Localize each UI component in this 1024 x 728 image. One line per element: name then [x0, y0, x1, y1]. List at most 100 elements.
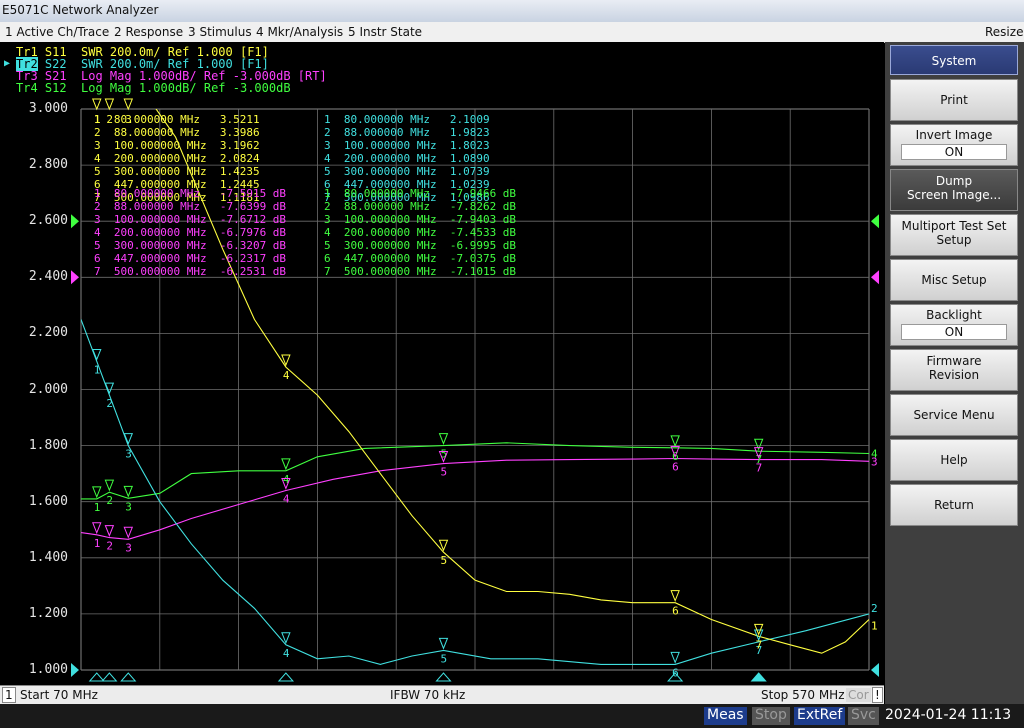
menu-bar: 1 Active Ch/Trace 2 Response 3 Stimulus …	[0, 22, 1024, 43]
ifbw-value[interactable]: IFBW 70 kHz	[390, 688, 465, 702]
menu-active-ch-trace[interactable]: 1 Active Ch/Trace	[5, 25, 109, 39]
dump-label-line2: Screen Image...	[906, 188, 1002, 202]
measurement-window: Tr1 S11 SWR 200.0m/ Ref 1.000 [F1] ▶ Tr2 S…	[0, 42, 884, 685]
channel-number[interactable]: 1	[2, 687, 16, 703]
marker-triangle-icon[interactable]	[670, 651, 680, 664]
reference-level-right-arrow-icon[interactable]	[871, 270, 879, 285]
marker-table-tr3: 1 80.000000 MHz -7.5915 dB 2 88.000000 MH…	[94, 187, 286, 278]
softkey-panel: System Print Invert Image ON Dump Screen…	[885, 42, 1024, 704]
marker-number-label: 5	[440, 652, 447, 665]
marker-number-label: 6	[672, 605, 679, 618]
marker-table-row: 3 100.000000 MHz -7.9403 dB	[324, 213, 517, 226]
marker-table-row: 6 447.000000 MHz -7.0375 dB	[324, 252, 517, 265]
dump-label-line1: Dump	[935, 174, 973, 188]
window-title: E5071C Network Analyzer	[2, 3, 159, 17]
backlight-button[interactable]: Backlight ON	[890, 304, 1018, 346]
dump-screen-image-button[interactable]: Dump Screen Image...	[890, 169, 1018, 211]
firmware-label-line1: Firmware	[926, 354, 982, 368]
marker-table-row: 2 88.000000 MHz -7.6399 dB	[94, 200, 287, 213]
menu-response[interactable]: 2 Response	[114, 25, 183, 39]
trace-end-label: 2	[871, 602, 878, 615]
stimulus-marker-icon[interactable]	[435, 672, 452, 682]
marker-table-row: 3 100.000000 MHz 3.1962	[94, 139, 260, 152]
return-button[interactable]: Return	[890, 484, 1018, 526]
marker-table-row: 3 100.000000 MHz 1.8023	[324, 139, 490, 152]
marker-table-row: 4 200.000000 MHz 2.0824	[94, 152, 260, 165]
menu-instr-state[interactable]: 5 Instr State	[348, 25, 422, 39]
marker-number-label: 2	[106, 540, 113, 553]
marker-table-row: 4 200.000000 MHz 1.0890	[324, 152, 490, 165]
marker-table-row: 7 500.000000 MHz -7.1015 dB	[324, 265, 517, 278]
firmware-revision-button[interactable]: Firmware Revision	[890, 349, 1018, 391]
marker-number-label: 6	[672, 461, 679, 474]
marker-triangle-icon[interactable]	[92, 486, 102, 499]
service-menu-button[interactable]: Service Menu	[890, 394, 1018, 436]
marker-table-row: 5 300.000000 MHz 1.0739	[324, 165, 490, 178]
marker-triangle-icon[interactable]	[123, 526, 134, 539]
trace-end-label: 3	[871, 455, 878, 468]
multiport-label-line1: Multiport Test Set	[901, 219, 1007, 233]
marker-triangle-icon[interactable]	[123, 485, 134, 498]
marker-table-row: 2 88.000000 MHz 3.3986	[94, 126, 260, 139]
marker-triangle-icon[interactable]	[92, 98, 102, 111]
marker-triangle-icon[interactable]	[104, 525, 115, 537]
menu-stimulus[interactable]: 3 Stimulus	[188, 25, 252, 39]
marker-triangle-icon[interactable]	[123, 98, 134, 111]
svc-indicator: Svc	[848, 707, 879, 725]
multiport-test-set-setup-button[interactable]: Multiport Test Set Setup	[890, 214, 1018, 256]
stimulus-marker-icon[interactable]	[88, 672, 105, 682]
marker-number-label: 1	[94, 501, 101, 514]
stop-frequency[interactable]: Stop 570 MHz	[761, 688, 845, 702]
stimulus-marker-icon[interactable]	[101, 672, 118, 682]
window-titlebar: E5071C Network Analyzer	[0, 0, 1024, 22]
marker-number-label: 3	[125, 541, 132, 554]
marker-triangle-icon[interactable]	[104, 479, 115, 492]
marker-table-row: 5 300.000000 MHz -6.9995 dB	[324, 239, 517, 252]
misc-setup-button[interactable]: Misc Setup	[890, 259, 1018, 301]
reference-level-right-arrow-icon[interactable]	[871, 663, 879, 677]
stimulus-marker-icon[interactable]	[750, 672, 767, 682]
menu-mkr-analysis[interactable]: 4 Mkr/Analysis	[256, 25, 343, 39]
stimulus-marker-icon[interactable]	[277, 672, 294, 682]
marker-table-row: 4 200.000000 MHz -6.7976 dB	[94, 226, 287, 239]
marker-table-row: 1 80.000000 MHz -7.5915 dB	[94, 187, 287, 200]
print-button[interactable]: Print	[890, 79, 1018, 121]
reference-level-left-arrow-icon[interactable]	[71, 214, 79, 229]
marker-number-label: 5	[440, 466, 447, 479]
marker-table-row: 4 200.000000 MHz -7.4533 dB	[324, 226, 517, 239]
marker-table-row: 2 88.000000 MHz 1.9823	[324, 126, 490, 139]
marker-table-row: 1 80.000000 MHz 2.1009	[324, 113, 490, 126]
marker-triangle-icon[interactable]	[438, 637, 449, 650]
firmware-label-line2: Revision	[928, 368, 980, 382]
backlight-state: ON	[901, 324, 1007, 340]
marker-number-label: 3	[125, 500, 132, 513]
marker-triangle-icon[interactable]	[104, 98, 115, 111]
reference-level-left-arrow-icon[interactable]	[71, 270, 79, 285]
start-frequency[interactable]: Start 70 MHz	[20, 688, 98, 702]
extref-indicator: ExtRef	[794, 707, 846, 725]
help-label: Help	[940, 453, 968, 467]
instrument-status-bar: Meas Stop ExtRef Svc 2024-01-24 11:13	[0, 704, 1024, 728]
marker-triangle-icon[interactable]	[670, 435, 680, 448]
marker-triangle-icon[interactable]	[438, 433, 449, 445]
reference-level-right-arrow-icon[interactable]	[871, 214, 879, 229]
stop-indicator: Stop	[752, 707, 790, 725]
stimulus-marker-icon[interactable]	[120, 672, 137, 682]
invert-image-state: ON	[901, 144, 1007, 160]
correction-indicator: Cor	[846, 688, 871, 702]
marker-number-label: 7	[756, 462, 763, 475]
reference-level-left-arrow-icon[interactable]	[71, 663, 79, 677]
marker-triangle-icon[interactable]	[281, 458, 291, 471]
marker-triangle-icon[interactable]	[92, 522, 102, 535]
marker-number-label: 2	[106, 397, 113, 410]
marker-number-label: 4	[283, 492, 290, 505]
softkey-title-label: System	[931, 54, 977, 68]
warning-indicator: !	[872, 687, 883, 703]
invert-image-label: Invert Image	[915, 128, 993, 142]
invert-image-button[interactable]: Invert Image ON	[890, 124, 1018, 166]
marker-number-label: 3	[125, 448, 132, 461]
marker-triangle-icon[interactable]	[670, 590, 680, 603]
resize-button[interactable]: Resize	[985, 25, 1023, 39]
marker-number-label: 1	[94, 363, 101, 376]
help-button[interactable]: Help	[890, 439, 1018, 481]
